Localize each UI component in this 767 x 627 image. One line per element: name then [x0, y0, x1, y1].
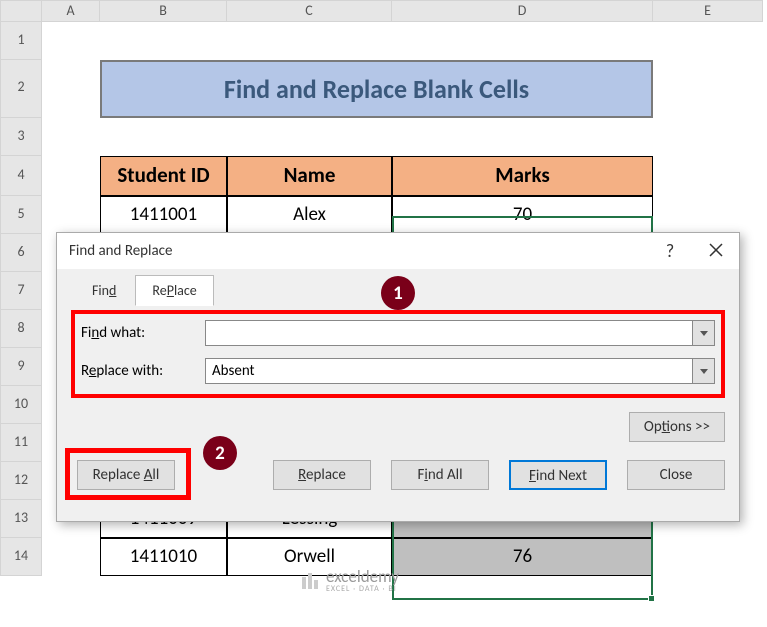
row-header-5[interactable]: 5 — [0, 196, 42, 234]
row-header-9[interactable]: 9 — [0, 348, 42, 386]
fields-area: 1 Find what: Replace with: — [71, 306, 725, 402]
row-header-3[interactable]: 3 — [0, 118, 42, 156]
row-3: 3 — [0, 118, 767, 156]
tab-find[interactable]: Find — [75, 275, 133, 306]
replace-with-input[interactable] — [205, 358, 693, 384]
find-what-row: Find what: — [81, 320, 715, 346]
watermark-icon — [300, 571, 320, 591]
col-header-E[interactable]: E — [653, 0, 763, 22]
row-header-7[interactable]: 7 — [0, 272, 42, 310]
row-header-6[interactable]: 6 — [0, 234, 42, 272]
find-what-label: Find what: — [81, 324, 205, 342]
close-button[interactable] — [693, 233, 739, 269]
row-header-12[interactable]: 12 — [0, 462, 42, 500]
row-header-13[interactable]: 13 — [0, 500, 42, 538]
find-what-input[interactable] — [205, 320, 693, 346]
row-header-11[interactable]: 11 — [0, 424, 42, 462]
find-all-button[interactable]: Find All — [391, 460, 489, 490]
row-header-1[interactable]: 1 — [0, 22, 42, 60]
close-icon — [709, 243, 723, 257]
row-4: 4 Student ID Name Marks — [0, 156, 767, 196]
row-2: 2 Find and Replace Blank Cells — [0, 60, 767, 118]
column-headers: A B C D E — [0, 0, 767, 22]
select-all-corner[interactable] — [0, 0, 42, 22]
tab-replace[interactable]: RePlace — [135, 275, 213, 306]
replace-with-dropdown[interactable] — [693, 358, 715, 384]
watermark: exceldemyEXCEL · DATA · BI — [300, 568, 399, 593]
col-header-B[interactable]: B — [100, 0, 227, 22]
row-header-14[interactable]: 14 — [0, 538, 42, 576]
badge-1: 1 — [381, 276, 415, 310]
options-row: Options >> — [57, 402, 739, 446]
cell-id-2[interactable]: 1411010 — [100, 538, 227, 576]
close-dialog-button[interactable]: Close — [627, 460, 725, 490]
find-next-button[interactable]: Find Next — [509, 460, 607, 490]
row-5: 5 1411001 Alex 70 — [0, 196, 767, 234]
replace-with-row: Replace with: — [81, 358, 715, 384]
find-what-dropdown[interactable] — [693, 320, 715, 346]
col-header-A[interactable]: A — [42, 0, 100, 22]
cell-marks-2[interactable]: 76 — [392, 538, 653, 576]
row-header-8[interactable]: 8 — [0, 310, 42, 348]
replace-button[interactable]: Replace — [273, 460, 371, 490]
cell-id-0[interactable]: 1411001 — [100, 196, 227, 234]
row-1: 1 — [0, 22, 767, 60]
row-header-2[interactable]: 2 — [0, 60, 42, 118]
col-header-D[interactable]: D — [392, 0, 653, 22]
row-header-4[interactable]: 4 — [0, 156, 42, 196]
dialog-titlebar[interactable]: Find and Replace ? — [57, 233, 739, 269]
dialog-title: Find and Replace — [69, 242, 172, 260]
fill-handle[interactable] — [648, 595, 655, 602]
th-student-id[interactable]: Student ID — [100, 156, 227, 196]
title-cell[interactable]: Find and Replace Blank Cells — [100, 60, 653, 118]
replace-all-button[interactable]: Replace All — [77, 460, 175, 490]
options-button[interactable]: Options >> — [629, 412, 725, 442]
cell-marks-0[interactable]: 70 — [392, 196, 653, 234]
chevron-down-icon — [700, 331, 708, 336]
button-row: 2 Replace All Replace Find All Find Next… — [57, 446, 739, 490]
th-marks[interactable]: Marks — [392, 156, 653, 196]
th-name[interactable]: Name — [227, 156, 392, 196]
help-button[interactable]: ? — [647, 233, 693, 269]
badge-2: 2 — [203, 436, 237, 470]
cell-name-0[interactable]: Alex — [227, 196, 392, 234]
find-replace-dialog: Find and Replace ? Find RePlace 1 Find w… — [56, 232, 740, 522]
chevron-down-icon — [700, 369, 708, 374]
row-header-10[interactable]: 10 — [0, 386, 42, 424]
replace-with-label: Replace with: — [81, 362, 205, 380]
col-header-C[interactable]: C — [227, 0, 392, 22]
